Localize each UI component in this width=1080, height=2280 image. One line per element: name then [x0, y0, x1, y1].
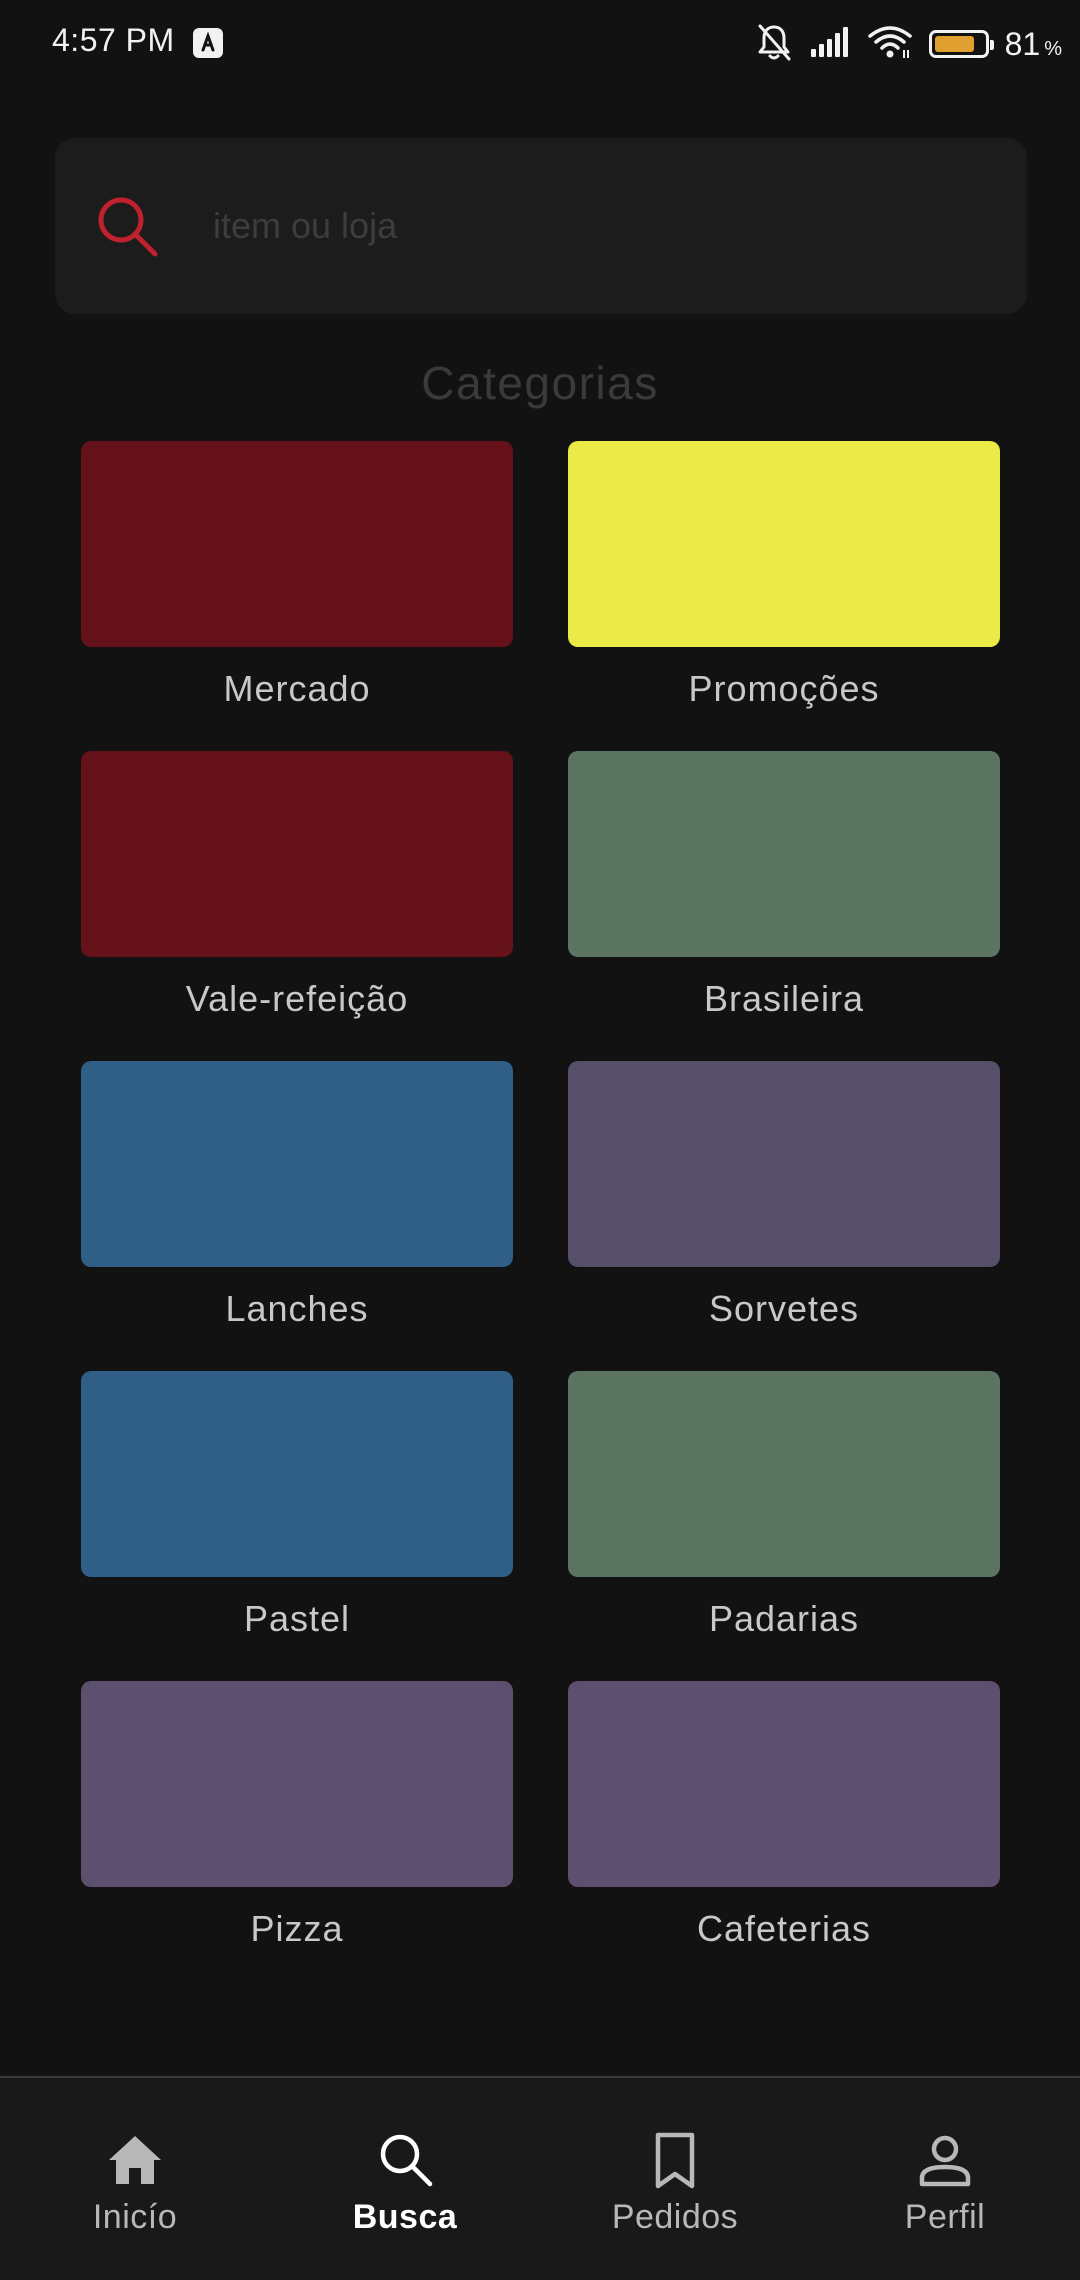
category-image — [568, 1681, 1000, 1887]
status-bar: 4:57 PM 81 % — [0, 0, 1080, 90]
search-icon — [375, 2130, 435, 2190]
category-item[interactable]: Padarias — [568, 1371, 1000, 1660]
nav-item-perfil[interactable]: Perfil — [810, 2078, 1080, 2280]
category-image — [568, 1061, 1000, 1267]
category-label: Lanches — [225, 1287, 369, 1329]
signal-icon — [809, 25, 851, 64]
category-item[interactable]: Pastel — [81, 1371, 513, 1660]
category-image — [568, 1371, 1000, 1577]
bottom-nav: Inicío Busca Pedidos Perfil — [0, 2076, 1080, 2280]
category-label: Padarias — [708, 1597, 860, 1639]
category-label: Pizza — [250, 1907, 344, 1949]
search-icon — [93, 192, 161, 260]
status-icons: 81 % — [755, 22, 1062, 66]
category-item[interactable]: Brasileira — [568, 751, 1000, 1040]
category-item[interactable]: Pizza — [81, 1681, 513, 1970]
category-label: Vale-refeição — [185, 977, 409, 1019]
category-label: Pastel — [243, 1597, 351, 1639]
battery-icon — [928, 30, 994, 58]
category-image — [81, 1061, 513, 1267]
category-label: Promoções — [688, 667, 880, 709]
category-label: Brasileira — [703, 977, 865, 1019]
category-label: Cafeterias — [696, 1907, 872, 1949]
status-time: 4:57 PM — [52, 22, 175, 58]
category-item[interactable]: Promoções — [568, 441, 1000, 730]
category-image — [81, 751, 513, 957]
category-image — [81, 1371, 513, 1577]
nav-item-pedidos[interactable]: Pedidos — [540, 2078, 810, 2280]
search-input[interactable] — [195, 186, 1013, 266]
section-title: Categorias — [421, 357, 659, 409]
category-image — [568, 751, 1000, 957]
app-notification-icon — [193, 28, 223, 58]
nav-label-pedidos: Pedidos — [611, 2198, 739, 2236]
battery-fill — [934, 36, 974, 52]
home-icon — [105, 2130, 165, 2190]
category-item[interactable]: Cafeterias — [568, 1681, 1000, 1970]
category-item[interactable]: Sorvetes — [568, 1061, 1000, 1350]
category-image — [81, 1681, 513, 1887]
wifi-icon — [867, 24, 913, 65]
bell-muted-icon — [755, 22, 793, 67]
search-box[interactable] — [55, 138, 1027, 314]
person-icon — [915, 2130, 975, 2190]
nav-label-perfil: Perfil — [904, 2198, 986, 2236]
category-image — [568, 441, 1000, 647]
nav-label-inicio: Inicío — [92, 2198, 178, 2236]
categories-grid: Mercado Promoções Vale-refeição Brasileira L… — [81, 441, 1000, 1970]
category-label: Mercado — [223, 667, 371, 709]
bookmark-icon — [645, 2130, 705, 2190]
nav-label-busca: Busca — [352, 2198, 458, 2236]
battery-unit: % — [1044, 37, 1062, 60]
nav-item-inicio[interactable]: Inicío — [0, 2078, 270, 2280]
category-image — [81, 441, 513, 647]
category-item[interactable]: Vale-refeição — [81, 751, 513, 1040]
nav-item-busca[interactable]: Busca — [270, 2078, 540, 2280]
battery-level: 81 — [1004, 25, 1041, 62]
category-label: Sorvetes — [708, 1287, 860, 1329]
category-item[interactable]: Mercado — [81, 441, 513, 730]
category-item[interactable]: Lanches — [81, 1061, 513, 1350]
